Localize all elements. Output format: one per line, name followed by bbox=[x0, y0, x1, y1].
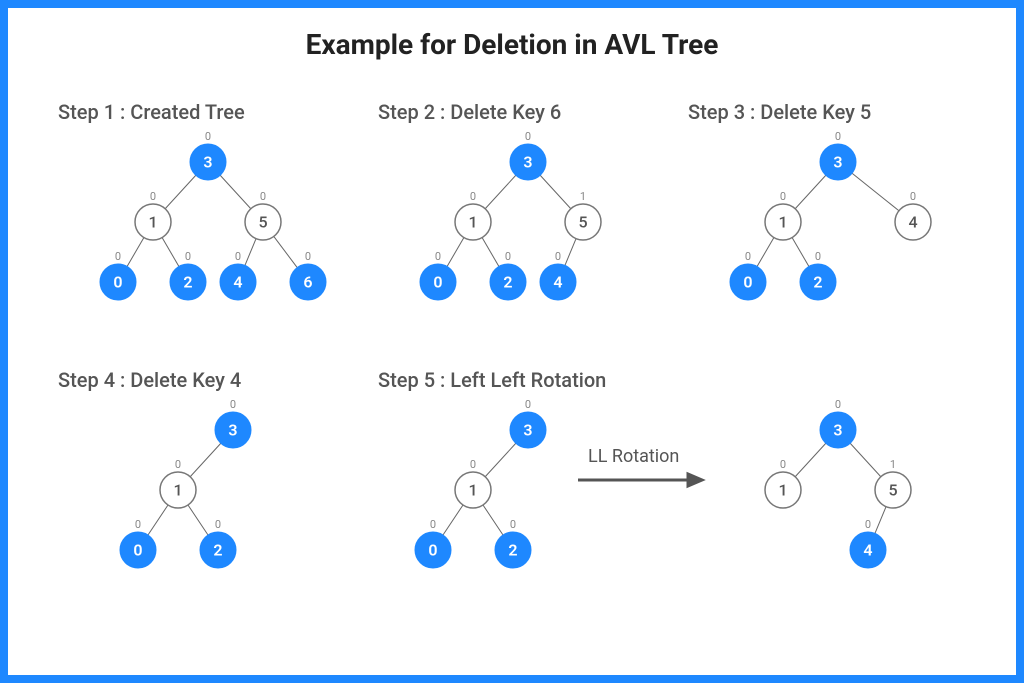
step-1: Step 1 : Created Tree 30105000204060 bbox=[58, 100, 348, 322]
svg-text:0: 0 bbox=[235, 250, 241, 263]
svg-text:3: 3 bbox=[523, 421, 532, 440]
svg-text:0: 0 bbox=[260, 190, 266, 203]
svg-text:0: 0 bbox=[745, 250, 751, 263]
svg-text:2: 2 bbox=[813, 273, 822, 292]
svg-text:0: 0 bbox=[555, 250, 561, 263]
tree-5: 3 0 1 0 0 0 2 0 LL Rotation 3 0 1 0 5 1 4 0 bbox=[378, 400, 958, 600]
diagram-frame: Example for Deletion in AVL Tree Step 1 … bbox=[0, 0, 1024, 683]
svg-text:0: 0 bbox=[215, 518, 221, 531]
svg-text:1: 1 bbox=[468, 481, 477, 500]
svg-text:5: 5 bbox=[578, 213, 587, 232]
svg-text:2: 2 bbox=[183, 273, 192, 292]
svg-text:0: 0 bbox=[150, 190, 156, 203]
svg-text:3: 3 bbox=[228, 421, 237, 440]
svg-text:4: 4 bbox=[863, 541, 872, 560]
svg-text:5: 5 bbox=[258, 213, 267, 232]
svg-text:0: 0 bbox=[525, 400, 531, 411]
svg-text:0: 0 bbox=[185, 250, 191, 263]
svg-text:0: 0 bbox=[865, 518, 871, 531]
tree-3: 3 0 1 0 4 0 0 0 2 0 bbox=[688, 132, 958, 322]
svg-text:1: 1 bbox=[468, 213, 477, 232]
page-title: Example for Deletion in AVL Tree bbox=[48, 28, 976, 61]
svg-text:0: 0 bbox=[835, 132, 841, 143]
step-2-title: Step 2 : Delete Key 6 bbox=[378, 100, 648, 124]
svg-text:2: 2 bbox=[508, 541, 517, 560]
svg-text:1: 1 bbox=[173, 481, 182, 500]
svg-text:0: 0 bbox=[115, 250, 121, 263]
svg-text:0: 0 bbox=[230, 400, 236, 411]
svg-text:3: 3 bbox=[833, 153, 842, 172]
svg-text:3: 3 bbox=[203, 153, 212, 172]
step-3: Step 3 : Delete Key 5 3 0 1 0 4 0 0 0 2 0 bbox=[688, 100, 958, 322]
svg-text:0: 0 bbox=[743, 273, 752, 292]
step-4-title: Step 4 : Delete Key 4 bbox=[58, 368, 348, 392]
step-5: Step 5 : Left Left Rotation 3 0 1 0 0 0 2 0 LL … bbox=[378, 368, 958, 600]
step-5-title: Step 5 : Left Left Rotation bbox=[378, 368, 958, 392]
svg-text:0: 0 bbox=[305, 250, 311, 263]
svg-text:0: 0 bbox=[505, 250, 511, 263]
svg-text:3: 3 bbox=[833, 421, 842, 440]
svg-text:4: 4 bbox=[553, 273, 562, 292]
svg-text:0: 0 bbox=[910, 190, 916, 203]
svg-text:4: 4 bbox=[233, 273, 242, 292]
svg-text:0: 0 bbox=[133, 541, 142, 560]
svg-text:0: 0 bbox=[205, 132, 211, 143]
svg-text:0: 0 bbox=[113, 273, 122, 292]
svg-text:0: 0 bbox=[435, 250, 441, 263]
svg-text:0: 0 bbox=[780, 190, 786, 203]
rotation-label: LL Rotation bbox=[588, 446, 679, 467]
svg-text:0: 0 bbox=[135, 518, 141, 531]
svg-text:2: 2 bbox=[213, 541, 222, 560]
svg-text:0: 0 bbox=[175, 458, 181, 471]
svg-text:0: 0 bbox=[815, 250, 821, 263]
tree-1: 30105000204060 bbox=[58, 132, 348, 322]
step-4: Step 4 : Delete Key 4 3 0 1 0 0 0 2 0 bbox=[58, 368, 348, 590]
svg-text:6: 6 bbox=[303, 273, 312, 292]
svg-text:1: 1 bbox=[148, 213, 157, 232]
svg-text:4: 4 bbox=[908, 213, 917, 232]
svg-text:0: 0 bbox=[430, 518, 436, 531]
svg-text:1: 1 bbox=[580, 190, 586, 203]
svg-text:1: 1 bbox=[890, 458, 896, 471]
svg-text:2: 2 bbox=[503, 273, 512, 292]
svg-text:5: 5 bbox=[888, 481, 897, 500]
tree-4: 3 0 1 0 0 0 2 0 bbox=[58, 400, 348, 590]
svg-text:0: 0 bbox=[470, 458, 476, 471]
step-1-title: Step 1 : Created Tree bbox=[58, 100, 348, 124]
svg-text:0: 0 bbox=[510, 518, 516, 531]
svg-text:0: 0 bbox=[470, 190, 476, 203]
svg-text:1: 1 bbox=[778, 481, 787, 500]
svg-text:0: 0 bbox=[428, 541, 437, 560]
svg-text:0: 0 bbox=[835, 400, 841, 411]
svg-text:0: 0 bbox=[433, 273, 442, 292]
svg-text:0: 0 bbox=[525, 132, 531, 143]
svg-text:3: 3 bbox=[523, 153, 532, 172]
svg-text:0: 0 bbox=[780, 458, 786, 471]
tree-2: 301051002040 bbox=[378, 132, 648, 322]
svg-text:1: 1 bbox=[778, 213, 787, 232]
step-2: Step 2 : Delete Key 6 301051002040 bbox=[378, 100, 648, 322]
step-3-title: Step 3 : Delete Key 5 bbox=[688, 100, 958, 124]
